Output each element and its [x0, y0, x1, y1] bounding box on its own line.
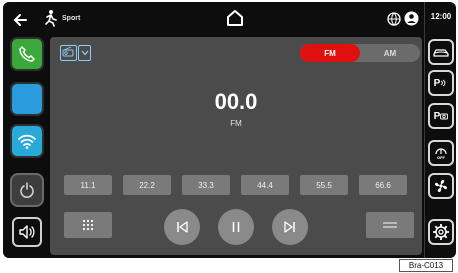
preset-button-4[interactable]: 44.4	[241, 175, 289, 195]
vehicle-button[interactable]	[428, 39, 454, 65]
phone-button[interactable]	[10, 37, 44, 71]
climate-button[interactable]	[428, 173, 454, 199]
volume-button[interactable]	[12, 217, 42, 247]
radio-panel: FM AM 00.0 FM 11.1 22.2 33.3 44.4 55.5 6…	[50, 37, 422, 255]
power-button[interactable]	[10, 173, 44, 207]
fan-icon	[434, 179, 448, 193]
band-am-option[interactable]: AM	[360, 44, 420, 62]
gear-icon	[433, 224, 449, 240]
preset-button-6[interactable]: 66.6	[359, 175, 407, 195]
frequency-display: 00.0	[214, 89, 258, 114]
preset-button-2[interactable]: 22.2	[123, 175, 171, 195]
previous-button[interactable]	[164, 209, 200, 245]
home-icon[interactable]	[226, 8, 244, 28]
preset-button-3[interactable]: 33.3	[182, 175, 230, 195]
frequency-unit: FM	[230, 119, 242, 128]
station-list-button[interactable]	[366, 212, 414, 238]
pause-icon	[232, 222, 240, 232]
assist-off-label: OFF	[437, 155, 445, 160]
radio-icon	[60, 45, 77, 61]
volume-icon	[19, 225, 35, 239]
phone-icon	[19, 45, 36, 62]
parking-camera-button[interactable]: P	[428, 103, 454, 129]
band-fm-option[interactable]: FM	[300, 44, 360, 62]
playback-controls	[50, 209, 422, 245]
camera-icon	[440, 113, 449, 120]
power-icon	[20, 182, 34, 198]
drive-mode-label: Sport	[62, 14, 81, 22]
wifi-button[interactable]	[10, 124, 44, 158]
chevron-down-icon	[78, 45, 91, 61]
radio-source-icon[interactable]	[60, 45, 92, 61]
preset-button-1[interactable]: 11.1	[64, 175, 112, 195]
wifi-icon	[18, 134, 36, 149]
parking-assist-button[interactable]: P	[428, 70, 454, 96]
keypad-grid-icon	[82, 219, 94, 231]
clock: 12:00	[430, 12, 452, 21]
user-profile-icon[interactable]	[404, 11, 419, 26]
skip-previous-icon	[177, 221, 188, 233]
parking-sensor-icon	[441, 79, 446, 87]
assist-off-button[interactable]: OFF	[428, 140, 454, 166]
figure-caption: Bra-C013	[399, 259, 453, 272]
next-button[interactable]	[272, 209, 308, 245]
media-tile-button[interactable]	[10, 82, 44, 116]
parking-assist-label: P	[433, 77, 441, 89]
back-arrow-icon[interactable]	[11, 10, 31, 30]
band-toggle[interactable]: FM AM	[300, 44, 420, 62]
right-divider	[424, 2, 425, 258]
pause-button[interactable]	[218, 209, 254, 245]
preset-button-5[interactable]: 55.5	[300, 175, 348, 195]
list-icon	[383, 222, 397, 228]
preset-list: 11.1 22.2 33.3 44.4 55.5 66.6	[64, 175, 407, 195]
skip-next-icon	[284, 221, 295, 233]
drive-mode-icon	[45, 10, 57, 27]
top-bar: Sport	[3, 2, 423, 38]
globe-icon[interactable]	[387, 12, 401, 26]
keypad-button[interactable]	[64, 212, 112, 238]
drive-mode[interactable]: Sport	[41, 9, 80, 27]
infotainment-screen: Sport 12:00 FM AM 00.0 FM 11.1 22.2 33.3…	[3, 2, 456, 258]
parking-camera-label: P	[433, 110, 441, 122]
settings-button[interactable]	[428, 219, 454, 245]
car-icon	[433, 49, 449, 57]
